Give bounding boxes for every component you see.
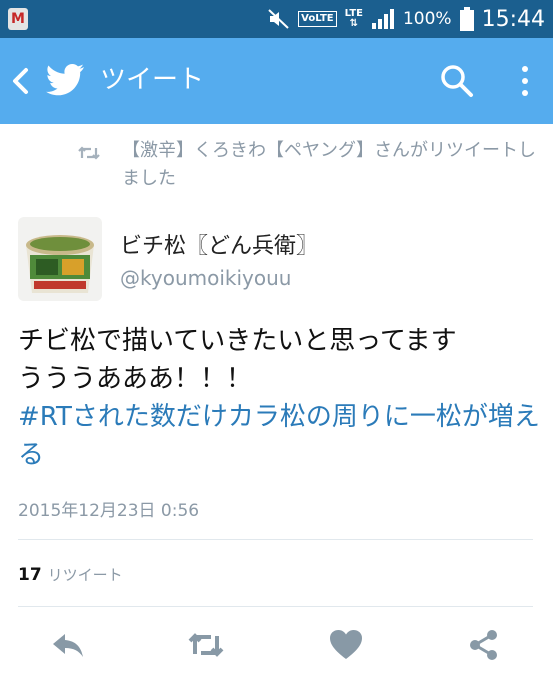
status-icons: VoLTE LTE ⇅ 100% 15:44 (268, 0, 545, 38)
page-title: ツイート (100, 65, 205, 95)
status-bar: M VoLTE LTE ⇅ 100% 15:44 (0, 0, 553, 38)
mute-icon (268, 9, 289, 29)
retweeted-by-text[interactable]: 【激辛】くろきわ【ペヤング】さんがリツイートしました (122, 137, 542, 193)
app-toolbar: ツイート (0, 38, 553, 124)
divider (18, 539, 533, 540)
tweet-text-line: うううあああ！！！ (18, 364, 253, 394)
share-icon[interactable] (466, 628, 502, 662)
retweet-small-icon (78, 146, 100, 160)
twitter-bird-icon (46, 64, 84, 96)
reply-icon[interactable] (50, 628, 86, 662)
retweet-count[interactable]: 17 リツイート (18, 564, 123, 585)
author-handle[interactable]: @kyoumoikiyouu (120, 266, 291, 290)
more-vert-icon[interactable] (515, 64, 535, 98)
clock: 15:44 (481, 6, 545, 32)
tweet-text-line: チビ松で描いていきたいと思ってます (18, 326, 457, 356)
back-arrow-icon[interactable] (10, 66, 34, 96)
avatar[interactable] (18, 217, 102, 301)
tweet-timestamp: 2015年12月23日 0:56 (18, 501, 200, 521)
volte-indicator: VoLTE (298, 11, 337, 27)
hashtag-link[interactable]: #RTされた数だけカラ松の周りに一松が増える (18, 402, 540, 470)
mcafee-app-icon: M (8, 8, 28, 30)
signal-strength-icon (371, 9, 394, 29)
retweet-count-label: リツイート (47, 566, 123, 584)
search-icon[interactable] (440, 64, 474, 98)
retweet-icon[interactable] (188, 628, 224, 662)
tweet-text: チビ松で描いていきたいと思ってます うううあああ！！！ #RTされた数だけカラ松… (18, 322, 543, 474)
divider (18, 606, 533, 607)
author-name[interactable]: ビチ松〖どん兵衛〗 (120, 228, 318, 260)
retweet-count-number: 17 (18, 565, 42, 585)
lte-indicator: LTE ⇅ (344, 8, 363, 29)
battery-percent: 100% (402, 9, 452, 29)
avatar-image (18, 217, 102, 301)
battery-icon (459, 7, 474, 31)
like-heart-icon[interactable] (328, 628, 364, 662)
lte-label: LTE (344, 8, 363, 19)
